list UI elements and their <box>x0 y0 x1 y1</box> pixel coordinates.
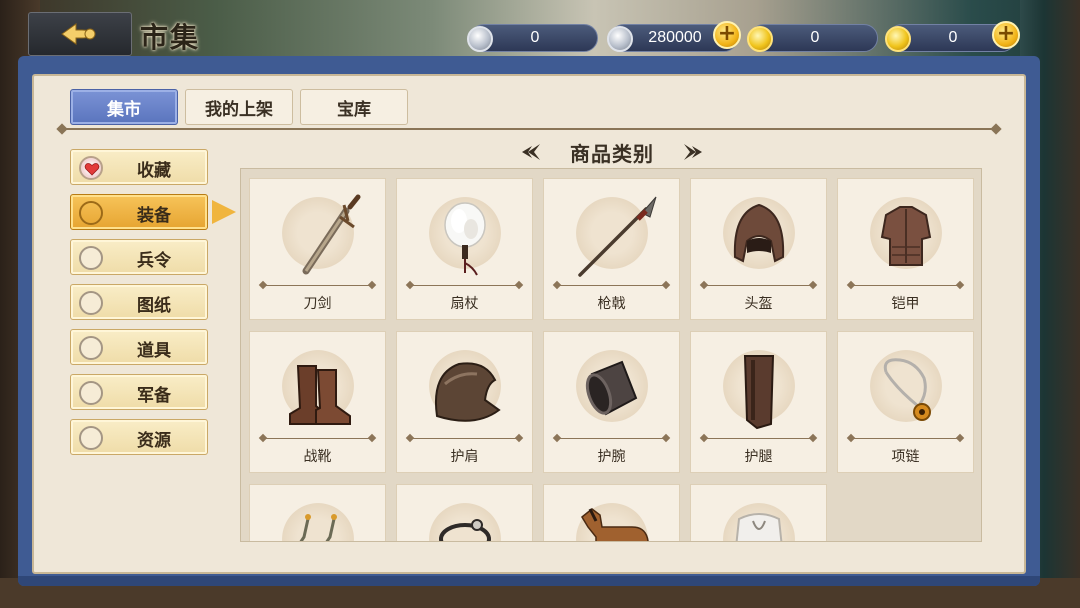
back-arrow-icon <box>61 23 96 45</box>
panel-frame-bottom <box>18 576 1040 586</box>
add-gold-button[interactable]: + <box>992 21 1020 49</box>
ornament-left-icon <box>522 144 540 160</box>
category-name: 扇杖 <box>450 296 479 312</box>
tab-my-listings[interactable]: 我的上架 <box>185 89 293 125</box>
category-card-ring[interactable] <box>396 484 533 541</box>
category-card-sword[interactable]: 刀剑 <box>249 178 386 320</box>
boots-icon <box>289 365 351 425</box>
radio <box>79 246 103 270</box>
necklace-icon <box>883 358 931 421</box>
category-card-bracer[interactable]: 护腕 <box>543 331 680 473</box>
tab-divider <box>60 128 998 130</box>
ring-icon <box>439 519 491 541</box>
currency-value: 280000 <box>648 29 702 46</box>
card-divider <box>556 285 667 286</box>
sword-icon <box>302 194 361 275</box>
side-item-blueprints[interactable]: 图纸 <box>70 284 208 320</box>
heart-icon <box>84 163 100 176</box>
card-divider <box>703 285 814 286</box>
side-item-label: 资源 <box>137 431 171 451</box>
category-name: 战靴 <box>303 449 332 465</box>
category-card-earrings[interactable] <box>249 484 386 541</box>
category-card-fan[interactable]: 扇杖 <box>396 178 533 320</box>
radio <box>79 291 103 315</box>
side-item-label: 军备 <box>137 386 171 406</box>
radio <box>79 381 103 405</box>
tab-market[interactable]: 集市 <box>70 89 178 125</box>
category-card-greaves[interactable]: 护腿 <box>690 331 827 473</box>
gold-coin-icon <box>885 26 911 52</box>
category-grid: 刀剑 扇杖 枪戟 头盔 铠甲 战靴 护肩 护腕 护腿 项链 <box>240 168 982 542</box>
silver-coin-icon <box>467 26 493 52</box>
card-divider <box>409 285 520 286</box>
selection-pointer-icon <box>212 200 236 224</box>
side-item-equipment[interactable]: 装备 <box>70 194 208 230</box>
category-name: 铠甲 <box>891 296 920 312</box>
category-name: 刀剑 <box>303 296 332 312</box>
card-divider <box>262 285 373 286</box>
side-item-label: 装备 <box>137 206 171 226</box>
armor-icon <box>880 206 932 266</box>
category-card-cloak[interactable] <box>690 484 827 541</box>
ornament-right-icon <box>684 144 702 160</box>
currency-value: 0 <box>948 29 958 46</box>
side-item-label: 图纸 <box>137 296 171 316</box>
side-item-label: 收藏 <box>137 161 171 181</box>
radio <box>79 426 103 450</box>
bracer-icon <box>585 360 638 416</box>
category-card-necklace[interactable]: 项链 <box>837 331 974 473</box>
feather-fan-icon <box>444 202 486 276</box>
tab-treasury[interactable]: 宝库 <box>300 89 408 125</box>
greaves-icon <box>743 355 775 430</box>
category-name: 枪戟 <box>597 296 626 312</box>
category-name: 项链 <box>891 449 920 465</box>
card-divider <box>556 438 667 439</box>
side-item-label: 兵令 <box>137 251 171 271</box>
currency-silver-1: 0 <box>467 24 598 52</box>
side-item-resources[interactable]: 资源 <box>70 419 208 455</box>
card-divider <box>262 438 373 439</box>
category-card-horse[interactable] <box>543 484 680 541</box>
radio <box>79 201 103 225</box>
card-divider <box>703 438 814 439</box>
add-silver-button[interactable]: + <box>713 21 741 49</box>
card-divider <box>409 438 520 439</box>
side-item-favorites[interactable]: 收藏 <box>70 149 208 185</box>
spear-icon <box>578 196 657 277</box>
category-title: 商品类别 <box>570 141 654 166</box>
side-item-military[interactable]: 军备 <box>70 374 208 410</box>
category-card-boots[interactable]: 战靴 <box>249 331 386 473</box>
horse-icon <box>581 508 649 541</box>
card-divider <box>850 438 961 439</box>
earrings-icon <box>299 514 337 541</box>
shoulder-guard-icon <box>435 362 501 422</box>
page-title: 市集 <box>140 21 201 54</box>
back-button[interactable] <box>28 12 132 56</box>
category-card-armor[interactable]: 铠甲 <box>837 178 974 320</box>
category-name: 头盔 <box>744 296 773 312</box>
side-item-items[interactable]: 道具 <box>70 329 208 365</box>
category-header: 商品类别 <box>520 138 704 166</box>
currency-gold-1: 0 <box>747 24 878 52</box>
silver-coin-icon <box>607 26 633 52</box>
category-name: 护肩 <box>450 449 479 465</box>
side-item-label: 道具 <box>137 341 171 361</box>
radio <box>79 336 103 360</box>
side-item-orders[interactable]: 兵令 <box>70 239 208 275</box>
radio <box>79 156 103 180</box>
currency-value: 0 <box>810 29 820 46</box>
gold-coin-icon <box>747 26 773 52</box>
category-card-helmet[interactable]: 头盔 <box>690 178 827 320</box>
cloak-icon <box>735 513 783 541</box>
currency-bar: 0 280000 + 0 0 + <box>460 21 1020 54</box>
category-card-spear[interactable]: 枪戟 <box>543 178 680 320</box>
category-name: 护腕 <box>597 449 626 465</box>
category-name: 护腿 <box>744 449 773 465</box>
helmet-icon <box>733 203 785 263</box>
category-card-shoulder[interactable]: 护肩 <box>396 331 533 473</box>
currency-value: 0 <box>530 29 540 46</box>
card-divider <box>850 285 961 286</box>
